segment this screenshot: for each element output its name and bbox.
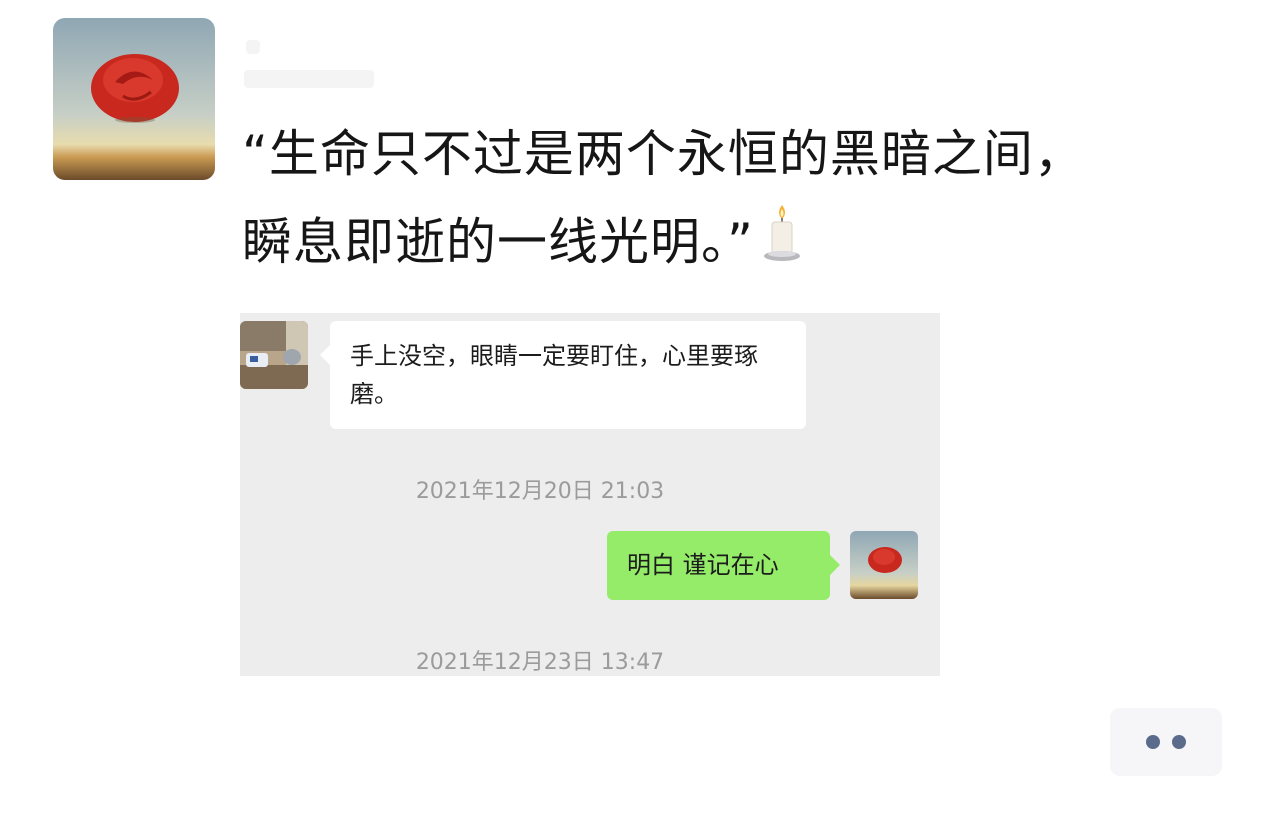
blurred-author-name [246,40,260,54]
self-avatar [850,531,918,599]
contact-avatar-image [240,321,308,389]
post-content: “生命只不过是两个永恒的黑暗之间， 瞬息即逝的一线光明。” [242,110,1222,286]
message-timestamp: 2021年12月23日 13:47 [415,650,665,675]
rose-painting-image [53,18,215,180]
blurred-author-name [244,70,374,88]
contact-avatar [240,321,308,389]
outgoing-message-bubble: 明白 谨记在心 [607,531,840,600]
author-avatar[interactable] [53,18,215,180]
incoming-message-text: 手上没空，眼睛一定要盯住，心里要琢磨。 [350,342,758,408]
post-text-line: 瞬息即逝的一线光明。” [242,198,1222,286]
message-timestamp: 2021年12月20日 21:03 [415,479,665,504]
candle-icon [763,205,800,261]
post-text-line-2: 瞬息即逝的一线光明。” [242,213,754,271]
post-text-line: “生命只不过是两个永恒的黑暗之间， [242,125,1085,183]
more-actions-button[interactable] [1110,708,1222,776]
chat-screenshot-image[interactable]: 手上没空，眼睛一定要盯住，心里要琢磨。 2021年12月20日 21:03 明白… [240,313,940,676]
more-dots-icon [1172,735,1186,749]
more-dots-icon [1146,735,1160,749]
outgoing-message-text: 明白 谨记在心 [627,551,779,579]
rose-painting-image [850,531,918,599]
incoming-message-bubble: 手上没空，眼睛一定要盯住，心里要琢磨。 [320,321,806,429]
